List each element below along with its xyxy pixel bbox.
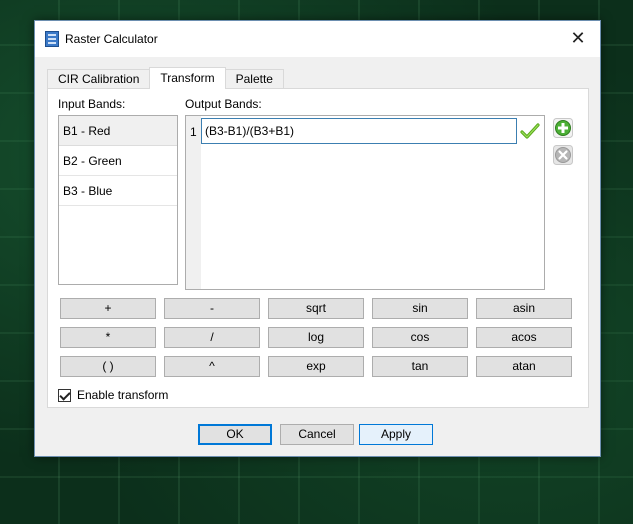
ok-button[interactable]: OK: [198, 424, 272, 445]
raster-calculator-icon: [45, 31, 59, 47]
op-divide-button[interactable]: /: [164, 327, 260, 348]
checkmark-icon: [520, 123, 540, 139]
remove-band-button[interactable]: [553, 145, 573, 165]
band-item-b3[interactable]: B3 - Blue: [59, 176, 177, 206]
parentheses-button[interactable]: ( ): [60, 356, 156, 377]
fn-asin-button[interactable]: asin: [476, 298, 572, 319]
fn-sin-button[interactable]: sin: [372, 298, 468, 319]
fn-cos-button[interactable]: cos: [372, 327, 468, 348]
close-button[interactable]: ✕: [556, 21, 600, 57]
fn-tan-button[interactable]: tan: [372, 356, 468, 377]
row-gutter: [186, 116, 201, 289]
band-item-b1[interactable]: B1 - Red: [59, 116, 177, 146]
band-item-b2[interactable]: B2 - Green: [59, 146, 177, 176]
close-icon: ✕: [570, 28, 586, 48]
fn-acos-button[interactable]: acos: [476, 327, 572, 348]
fn-exp-button[interactable]: exp: [268, 356, 364, 377]
fn-atan-button[interactable]: atan: [476, 356, 572, 377]
raster-calculator-dialog: Raster Calculator ✕ CIR Calibration Tran…: [34, 20, 601, 457]
enable-transform-checkbox[interactable]: [58, 388, 71, 402]
input-bands-list: B1 - Red B2 - Green B3 - Blue: [58, 115, 178, 285]
enable-transform-row[interactable]: Enable transform: [58, 387, 168, 403]
title-bar[interactable]: Raster Calculator ✕: [35, 21, 600, 57]
add-icon: [553, 118, 573, 138]
op-multiply-button[interactable]: *: [60, 327, 156, 348]
remove-icon: [553, 145, 573, 165]
tab-cir-calibration[interactable]: CIR Calibration: [47, 69, 151, 89]
op-minus-button[interactable]: -: [164, 298, 260, 319]
enable-transform-label: Enable transform: [77, 388, 169, 402]
op-plus-button[interactable]: +: [60, 298, 156, 319]
window-title: Raster Calculator: [65, 32, 158, 46]
cancel-button[interactable]: Cancel: [280, 424, 354, 445]
transform-panel: Input Bands: Output Bands: B1 - Red B2 -…: [47, 88, 589, 408]
fn-sqrt-button[interactable]: sqrt: [268, 298, 364, 319]
input-bands-label: Input Bands:: [58, 97, 126, 111]
op-power-button[interactable]: ^: [164, 356, 260, 377]
tab-transform[interactable]: Transform: [149, 67, 226, 89]
row-number: 1: [190, 125, 197, 139]
output-bands-label: Output Bands:: [185, 97, 262, 111]
output-bands-list: 1: [185, 115, 545, 290]
apply-button[interactable]: Apply: [359, 424, 433, 445]
add-band-button[interactable]: [553, 118, 573, 138]
fn-log-button[interactable]: log: [268, 327, 364, 348]
expression-input[interactable]: [201, 118, 517, 144]
tab-strip: CIR Calibration Transform Palette: [47, 67, 284, 89]
tab-palette[interactable]: Palette: [224, 69, 284, 89]
